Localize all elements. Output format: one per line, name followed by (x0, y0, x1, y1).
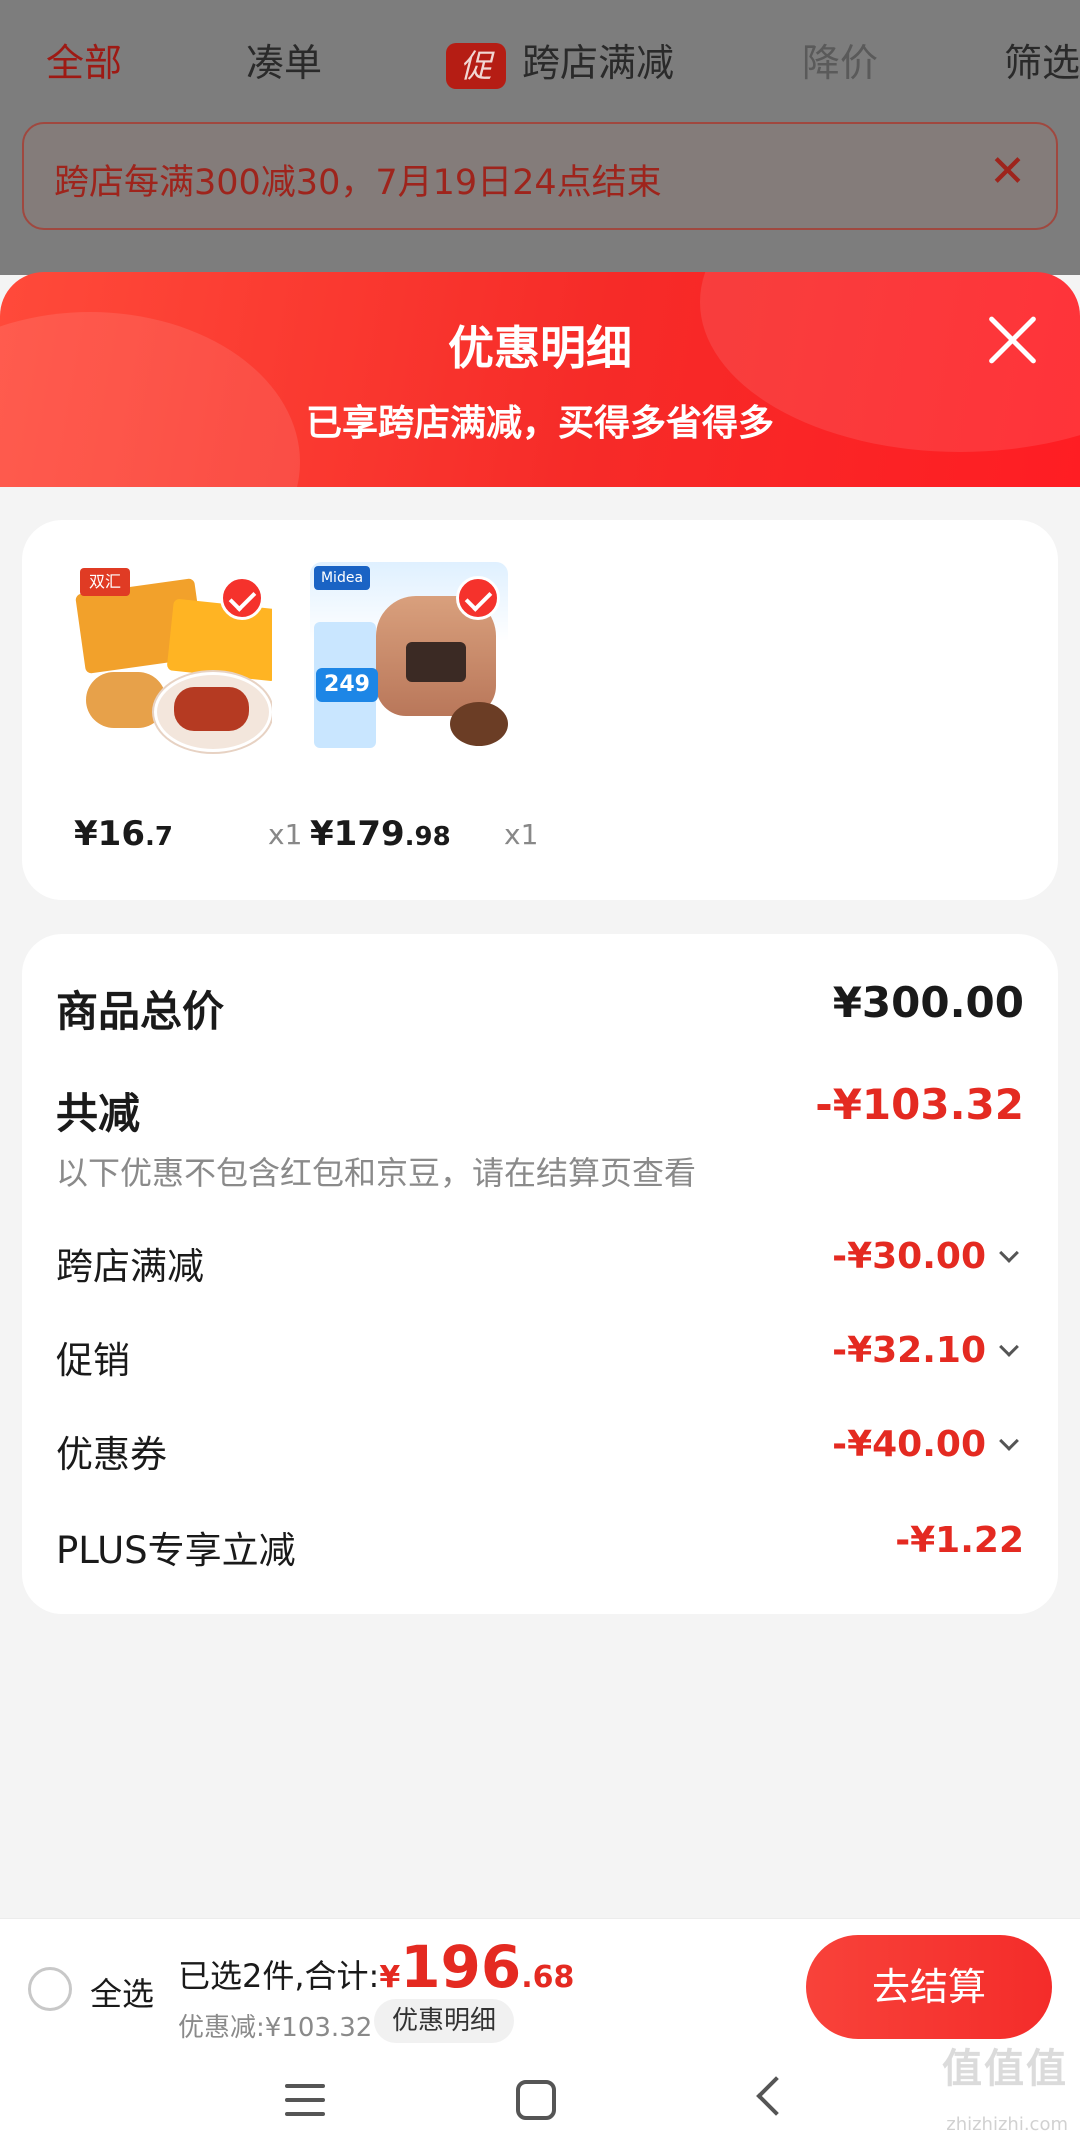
select-all-label[interactable]: 全选 (90, 1969, 154, 2015)
selected-products-card: 双汇 ¥16.7 x1 249 Midea ¥179.98 x1 (22, 520, 1058, 900)
tab-price-drop[interactable]: 降价 (802, 32, 878, 87)
discount-label: PLUS专享立减 (56, 1529, 296, 1572)
sheet-title: 优惠明细 (448, 321, 632, 375)
image-price-tag: 249 (316, 668, 378, 702)
back-icon[interactable] (756, 2076, 796, 2116)
tab-filter[interactable]: 筛选 (1004, 32, 1080, 87)
product-quantity: x1 (504, 818, 539, 851)
notice-area: 跨店每满300减30，7月19日24点结束 ✕ (0, 120, 1080, 275)
promo-icon: 促 (446, 42, 506, 89)
chevron-down-icon[interactable] (999, 1337, 1019, 1357)
bowl-shape (450, 702, 508, 746)
discount-row-promotion[interactable]: 促销 -¥32.10 (56, 1330, 1024, 1382)
total-line: 已选2件,合计:¥196.68 (178, 1933, 574, 2001)
promo-notice-banner: 跨店每满300减30，7月19日24点结束 ✕ (22, 122, 1058, 230)
checked-icon (220, 576, 264, 620)
product-item[interactable]: 249 Midea ¥179.98 x1 (310, 562, 538, 854)
product-price: ¥16.7 (74, 814, 173, 854)
discount-row-coupon[interactable]: 优惠券 -¥40.00 (56, 1424, 1024, 1476)
total-amount-decimal: .68 (521, 1960, 575, 1995)
discount-detail-button[interactable]: 优惠明细 (374, 1999, 515, 2043)
product-price: ¥179.98 (310, 814, 451, 854)
currency-symbol: ¥ (379, 1960, 401, 1995)
discount-label: 优惠券 (56, 1433, 167, 1476)
discount-value: -¥30.00 (832, 1236, 986, 1277)
discount-value: -¥40.00 (832, 1424, 986, 1465)
reduction-note: 以下优惠不包含红包和京豆，请在结算页查看 (56, 1154, 697, 1192)
total-price-row: 商品总价 ¥300.00 (56, 978, 1024, 1038)
discount-value: -¥1.22 (895, 1520, 1024, 1561)
checkout-bar: 全选 已选2件,合计:¥196.68 优惠减:¥103.32 优惠明细 去结算 (0, 1918, 1080, 2054)
top-filter-tabs: 全部 凑单 促跨店满减 降价 筛选 (0, 0, 1080, 120)
food-shape (174, 687, 249, 731)
sausage-product-image: 双汇 (74, 562, 272, 760)
discount-detail-header: 优惠明细 已享跨店满减，买得多省得多 (0, 272, 1080, 487)
menu-icon[interactable] (285, 2084, 325, 2118)
close-icon[interactable]: ✕ (989, 146, 1026, 197)
brand-logo: Midea (314, 566, 370, 590)
watermark-logo: 值值值 (942, 2046, 1068, 2092)
close-icon[interactable] (984, 312, 1040, 368)
discount-value: -¥32.10 (832, 1330, 986, 1371)
tab-combine-order[interactable]: 凑单 (246, 32, 322, 87)
food-shape (86, 672, 166, 728)
home-icon[interactable] (516, 2080, 556, 2120)
total-reduction-label: 共减 (56, 1089, 141, 1138)
system-navigation-bar (0, 2054, 1080, 2147)
chevron-down-icon[interactable] (999, 1431, 1019, 1451)
product-quantity: x1 (268, 818, 303, 851)
total-reduction-value: -¥103.32 (815, 1080, 1024, 1129)
discount-row-plus: PLUS专享立减 -¥1.22 (56, 1520, 1024, 1572)
tab-cross-store-label: 跨店满减 (522, 41, 675, 85)
product-item[interactable]: 双汇 ¥16.7 x1 (74, 562, 302, 854)
checkout-button[interactable]: 去结算 (806, 1935, 1052, 2039)
select-all-checkbox[interactable] (28, 1967, 72, 2011)
brand-logo: 双汇 (80, 568, 130, 596)
discount-label: 跨店满减 (56, 1245, 204, 1288)
selected-count-text: 已选2件,合计: (178, 1957, 380, 1995)
price-summary-card: 商品总价 ¥300.00 共减 -¥103.32 以下优惠不包含红包和京豆，请在… (22, 934, 1058, 1614)
promo-notice-text: 跨店每满300减30，7月19日24点结束 (54, 163, 662, 203)
chevron-down-icon[interactable] (999, 1243, 1019, 1263)
rice-cooker-product-image: 249 Midea (310, 562, 508, 760)
tab-cross-store-discount[interactable]: 促跨店满减 (446, 32, 674, 89)
total-price-value: ¥300.00 (832, 978, 1024, 1027)
checked-icon (456, 576, 500, 620)
watermark-url: zhizhizhi.com (946, 2114, 1068, 2135)
total-reduction-row: 共减 -¥103.32 (56, 1080, 1024, 1140)
discount-label: 促销 (56, 1339, 130, 1382)
tab-all[interactable]: 全部 (46, 32, 122, 87)
total-amount-integer: 196 (400, 1933, 522, 2001)
cooker-panel-shape (406, 642, 466, 682)
total-price-label: 商品总价 (56, 987, 225, 1036)
sheet-subtitle: 已享跨店满减，买得多省得多 (305, 403, 774, 444)
discount-summary-text: 优惠减:¥103.32 (178, 2013, 373, 2043)
discount-row-cross-store[interactable]: 跨店满减 -¥30.00 (56, 1236, 1024, 1288)
